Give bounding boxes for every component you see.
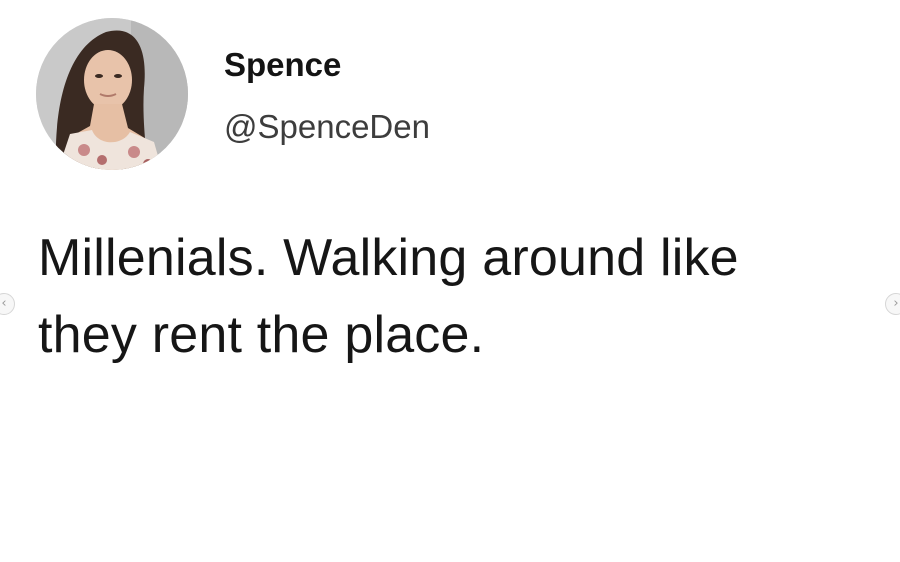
tweet-text: Millenials. Walking around like they ren…: [38, 220, 888, 374]
chevron-right-icon[interactable]: ›: [885, 293, 900, 315]
chevron-left-icon[interactable]: ‹: [0, 293, 15, 315]
tweet-text-line: Millenials. Walking around like: [38, 229, 739, 287]
tweet-text-line: they rent the place.: [38, 306, 485, 364]
profile-photo-icon: [36, 18, 188, 170]
user-handle[interactable]: @SpenceDen: [224, 108, 430, 146]
avatar[interactable]: [36, 18, 188, 170]
display-name[interactable]: Spence: [224, 46, 341, 84]
